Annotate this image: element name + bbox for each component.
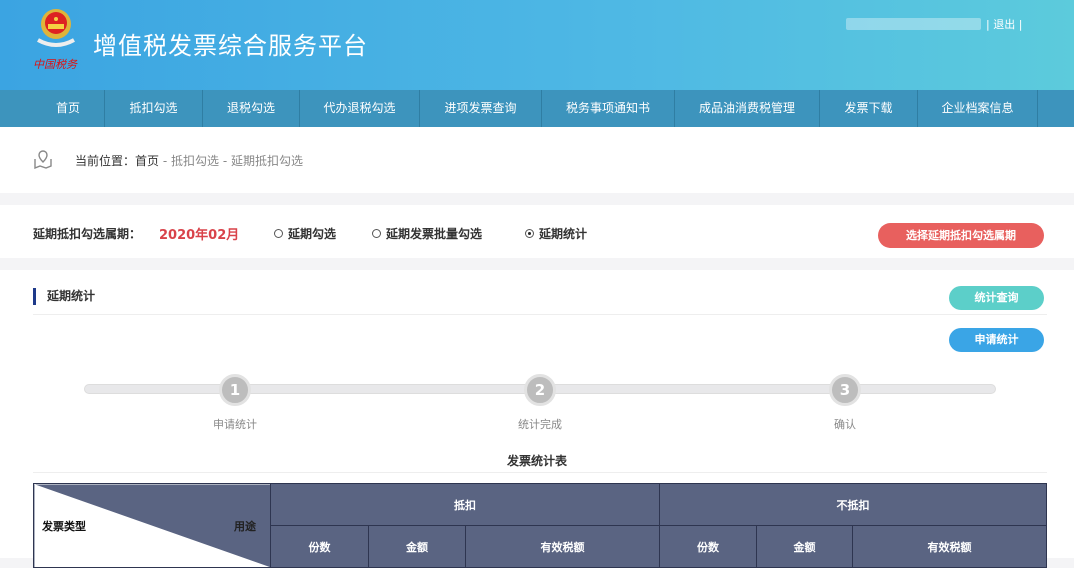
corner-invoice-type: 发票类型 (42, 520, 86, 533)
radio-circle[interactable] (372, 229, 381, 238)
nav-tax-notice[interactable]: 税务事项通知书 (542, 90, 675, 127)
group-deduct: 抵扣 (270, 483, 660, 526)
nav-invoice-download[interactable]: 发票下载 (820, 90, 918, 127)
table-corner-header: 发票类型 用途 (33, 483, 271, 568)
col-tax: 有效税额 (465, 525, 660, 568)
step-label: 申请统计 (213, 418, 257, 431)
nav-invoice-query[interactable]: 进项发票查询 (420, 90, 542, 127)
period-value: 2020年02月 (159, 228, 240, 243)
section-title: 延期统计 (33, 288, 95, 305)
apply-statistics-button[interactable]: 申请统计 (949, 328, 1044, 352)
header: 中国税务 增值税发票综合服务平台 | 退出 | (0, 0, 1074, 90)
radio-circle[interactable] (274, 229, 283, 238)
breadcrumb: 当前位置：首页 - 抵扣勾选 - 延期抵扣勾选 (75, 152, 303, 169)
radio-batch-select[interactable]: 延期发票批量勾选 (372, 225, 482, 242)
breadcrumb-bar: 当前位置：首页 - 抵扣勾选 - 延期抵扣勾选 (0, 127, 1074, 193)
corner-purpose: 用途 (234, 520, 256, 533)
step-2: 2 (524, 374, 556, 406)
table-title: 发票统计表 (506, 454, 567, 468)
step-label: 确认 (834, 418, 856, 431)
col-amount: 金额 (368, 525, 466, 568)
period-label: 延期抵扣勾选属期： (33, 227, 142, 241)
period-bar: 延期抵扣勾选属期： 2020年02月 延期勾选 延期发票批量勾选 延期统计 选择… (0, 205, 1074, 258)
breadcrumb-current: 延期抵扣勾选 (230, 154, 303, 168)
breadcrumb-label: 当前位置： (75, 154, 136, 168)
radio-statistics[interactable]: 延期统计 (525, 225, 587, 242)
location-map-icon (34, 150, 52, 169)
select-period-button[interactable]: 选择延期抵扣勾选属期 (878, 223, 1044, 248)
divider (33, 314, 1047, 315)
nav-home[interactable]: 首页 (32, 90, 105, 127)
statistics-query-button[interactable]: 统计查询 (949, 286, 1044, 310)
breadcrumb-sep: - (159, 154, 171, 168)
divider (33, 472, 1047, 473)
invoice-statistics-table: 发票类型 用途 抵扣 不抵扣 份数 金额 有效税额 份数 金额 有效税额 (33, 483, 1047, 568)
col-count: 份数 (270, 525, 369, 568)
step-3: 3 (829, 374, 861, 406)
radio-label: 延期勾选 (288, 227, 337, 241)
breadcrumb-deduction[interactable]: 抵扣勾选 (171, 154, 219, 168)
nav-deduction-select[interactable]: 抵扣勾选 (105, 90, 203, 127)
logout-label[interactable]: 退出 (993, 18, 1015, 31)
app-title: 增值税发票综合服务平台 (93, 32, 368, 60)
national-emblem-icon (37, 9, 75, 47)
col-tax: 有效税额 (852, 525, 1047, 568)
nav-company-info[interactable]: 企业档案信息 (918, 90, 1038, 127)
col-amount: 金额 (756, 525, 853, 568)
logout-link[interactable]: | 退出 | (986, 16, 1022, 32)
statistics-panel: 延期统计 统计查询 申请统计 1 2 3 申请统计 统计完成 确认 发票统计表 … (0, 270, 1074, 568)
radio-label: 延期统计 (539, 227, 588, 241)
step-label: 统计完成 (518, 418, 562, 431)
main-nav: 首页 抵扣勾选 退税勾选 代办退税勾选 进项发票查询 税务事项通知书 成品油消费… (0, 90, 1074, 127)
radio-circle-selected[interactable] (525, 229, 534, 238)
logo-text: 中国税务 (33, 58, 77, 71)
radio-label: 延期发票批量勾选 (386, 227, 483, 241)
step-1: 1 (219, 374, 251, 406)
nav-oil-tax[interactable]: 成品油消费税管理 (675, 90, 820, 127)
username-blurred (846, 18, 981, 30)
breadcrumb-sep: - (219, 154, 231, 168)
nav-refund-select[interactable]: 退税勾选 (203, 90, 300, 127)
nav-agent-refund[interactable]: 代办退税勾选 (300, 90, 420, 127)
radio-deferred-select[interactable]: 延期勾选 (274, 225, 336, 242)
group-no-deduct: 不抵扣 (659, 483, 1047, 526)
breadcrumb-home[interactable]: 首页 (135, 154, 159, 168)
col-count: 份数 (659, 525, 757, 568)
